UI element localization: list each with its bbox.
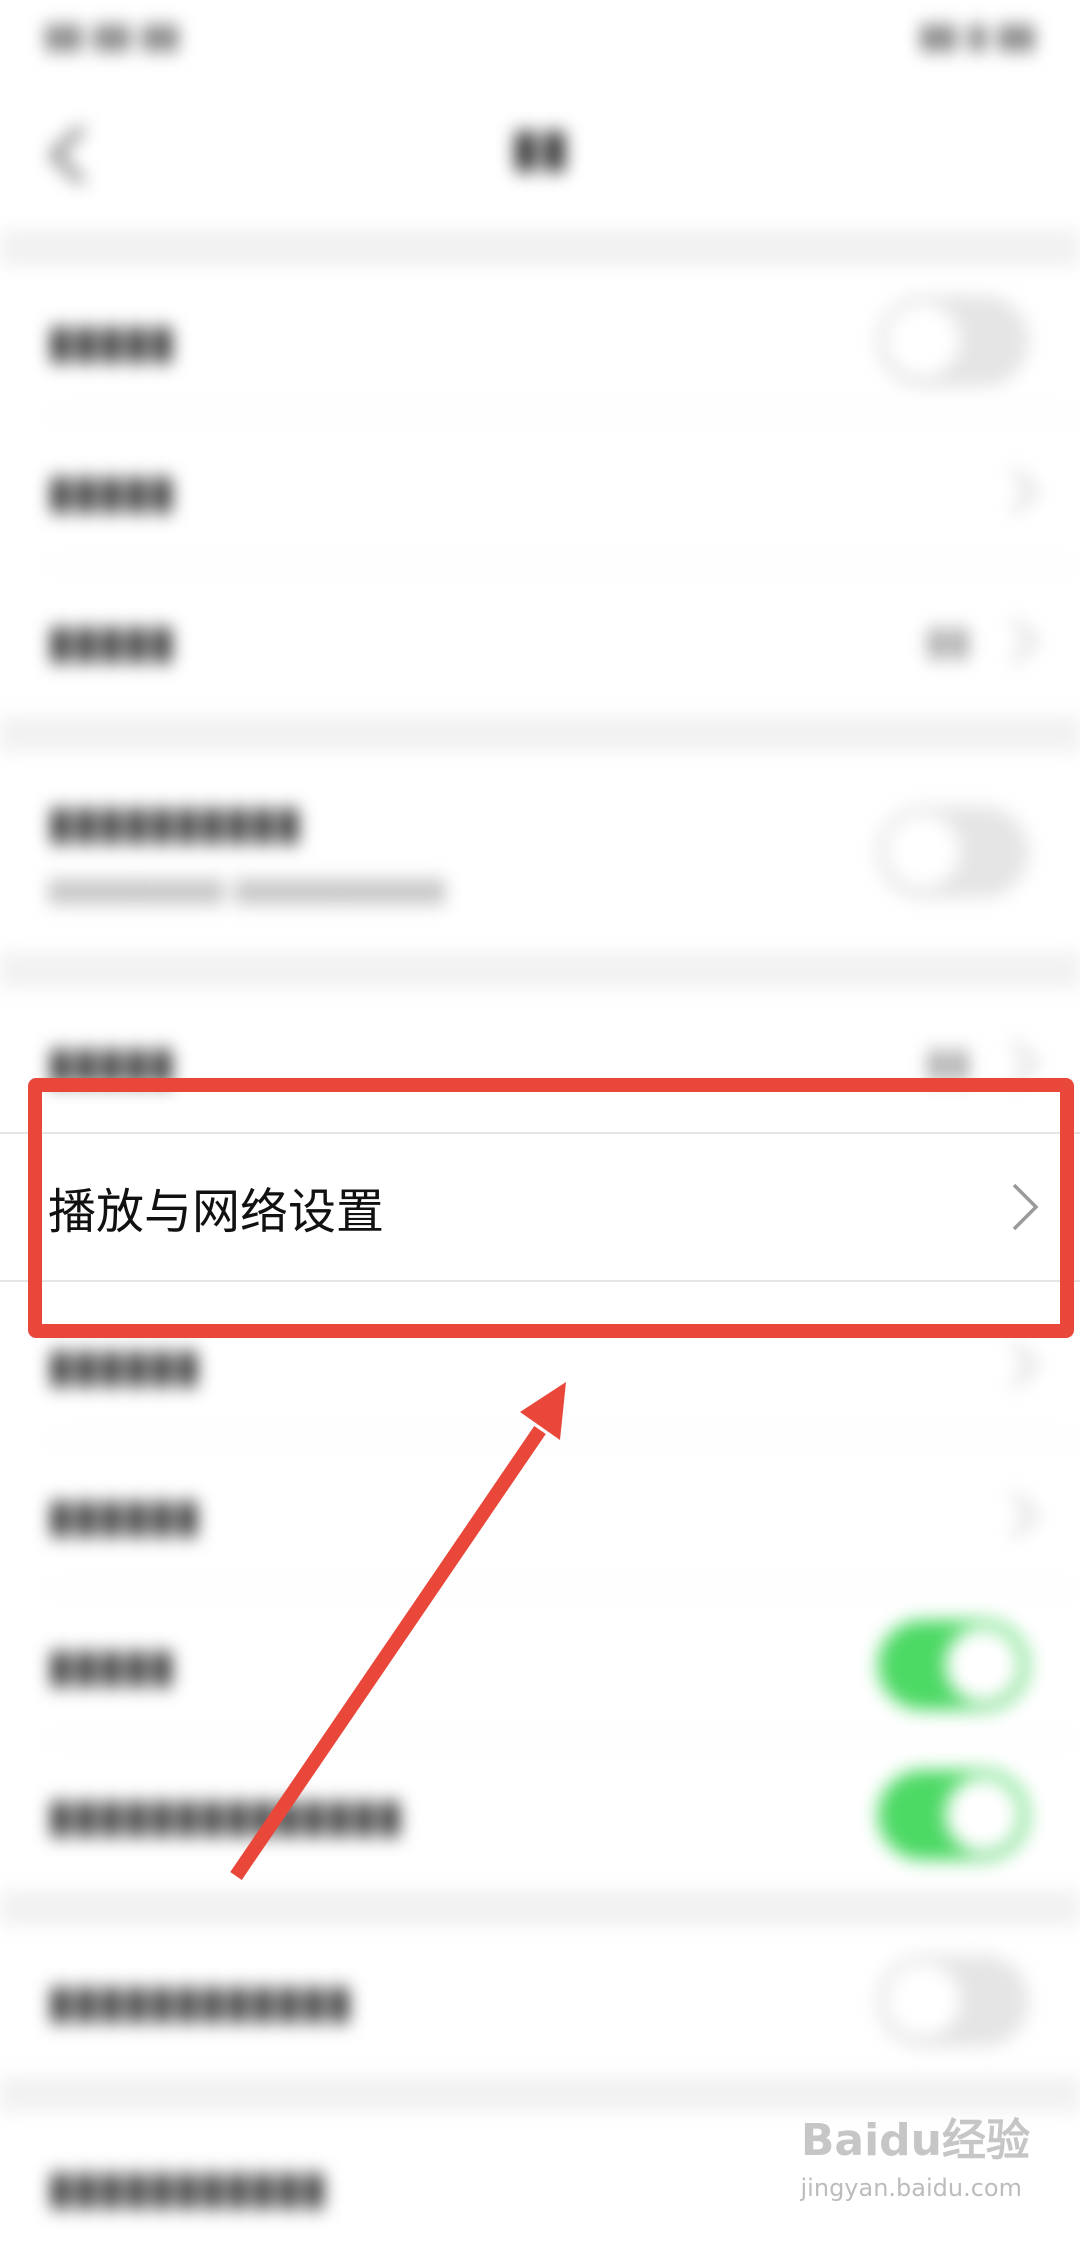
status-indicators: ▮▮ ▮ ▮▮ [919,16,1035,56]
settings-row[interactable]: ▮▮▮▮▮ ▮▮ [0,566,1080,716]
row-label: ▮▮▮▮▮▮ [48,1488,200,1542]
settings-row[interactable]: ▮▮▮▮▮▮ [0,1440,1080,1590]
section-gap [0,716,1080,752]
chevron-right-icon [1012,1342,1037,1388]
settings-row[interactable]: ▮▮▮▮▮▮▮▮▮▮ ▮▮▮▮▮▮▮▮▮▮ ▮▮▮▮▮▮▮▮▮▮▮▮ [0,752,1080,952]
row-value: ▮▮ [925,618,970,664]
row-label: ▮▮▮▮▮ [48,464,175,518]
row-label: ▮▮▮▮▮▮ [48,1338,200,1392]
row-label: ▮▮▮▮▮ [48,614,175,668]
chevron-right-icon [1012,1492,1037,1538]
chevron-right-icon [1012,618,1037,664]
settings-row[interactable]: ▮▮▮▮▮ [0,416,1080,566]
toggle-switch[interactable] [878,296,1028,386]
toggle-switch[interactable] [878,1770,1028,1860]
row-label: ▮▮▮▮▮▮▮▮▮▮▮▮ [48,1974,352,2028]
toggle-switch[interactable] [878,1620,1028,1710]
row-label: ▮▮▮▮▮▮▮▮▮▮ [48,795,302,849]
row-label: ▮▮▮▮▮▮▮▮▮▮▮▮▮▮ [48,1788,403,1842]
chevron-right-icon [1012,468,1037,514]
settings-row[interactable]: ▮▮▮▮▮ [0,266,1080,416]
section-gap [0,230,1080,266]
settings-row[interactable]: ▮▮▮▮▮▮▮▮▮▮▮▮ [0,1926,1080,2076]
row-subtitle: ▮▮▮▮▮▮▮▮▮▮ ▮▮▮▮▮▮▮▮▮▮▮▮ [48,870,446,908]
nav-bar: ▮▮ [0,80,1080,230]
status-carrier: ▮▮ ▮▮ ▮▮ [45,16,179,56]
baidu-watermark: Baidu经验 jingyan.baidu.com [800,2115,1040,2220]
page-title: ▮▮ [511,118,569,178]
settings-row[interactable]: ▮▮▮▮▮▮▮▮▮▮▮▮▮▮ [0,1740,1080,1890]
row-label: ▮▮▮▮▮ [48,314,175,368]
section-gap [0,1890,1080,1926]
watermark-brand: Baidu经验 [800,2115,1030,2166]
status-bar: ▮▮ ▮▮ ▮▮ ▮▮ ▮ ▮▮ [0,0,1080,80]
toggle-switch[interactable] [878,1956,1028,2046]
section-gap [0,952,1080,988]
annotation-highlight-box [28,1078,1074,1338]
settings-screen: ▮▮ ▮▮ ▮▮ ▮▮ ▮ ▮▮ ▮▮ ▮▮▮▮▮ ▮▮▮▮▮ ▮▮▮▮▮ ▮▮ [0,0,1080,2240]
settings-row[interactable]: ▮▮▮▮▮ [0,1590,1080,1740]
row-label: ▮▮▮▮▮ [48,1638,175,1692]
toggle-switch[interactable] [878,807,1028,897]
row-label: ▮▮▮▮▮▮▮▮▮▮▮ [48,2160,327,2214]
watermark-url: jingyan.baidu.com [800,2174,1022,2202]
